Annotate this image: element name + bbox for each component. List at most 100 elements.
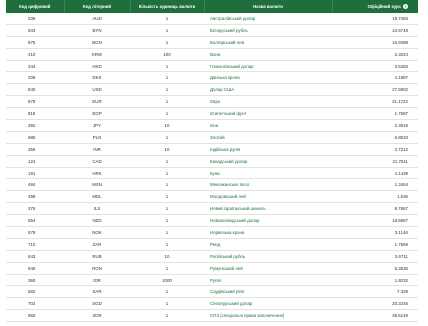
- cell-code-letter: XDR: [64, 309, 130, 323]
- table-row: 036 AUD 1 Австралійський долар 19.7393: [6, 13, 418, 25]
- cell-official-rate: 3.1146: [332, 226, 418, 239]
- cell-units: 1: [130, 71, 204, 85]
- table-row: 818 EGP 1 Єгипетський фунт 1.7587: [6, 107, 418, 121]
- cell-code-letter: IDR: [64, 274, 130, 287]
- cell-code-letter: EUR: [64, 95, 130, 109]
- col-header-code-letter[interactable]: Код літерний: [64, 0, 131, 13]
- cell-code-digital: 978: [6, 95, 64, 109]
- cell-currency-name-link[interactable]: Злотий: [204, 131, 332, 144]
- cell-code-letter: SAR: [64, 285, 130, 299]
- cell-units: 1: [130, 107, 204, 121]
- col-header-code-digital[interactable]: Код цифровий: [6, 0, 65, 13]
- cell-currency-name-link[interactable]: Гонконгівський долар: [204, 60, 332, 73]
- cell-official-rate: 6.3535: [332, 262, 418, 275]
- table-row: 840 USD 1 Долар США 27.6902: [6, 83, 418, 97]
- cell-currency-name-link[interactable]: Данська крона: [204, 71, 332, 85]
- cell-currency-name-link[interactable]: Болгарський лев: [204, 36, 332, 49]
- col-header-rate-label: Офіційний курс: [367, 3, 401, 9]
- cell-code-digital: 484: [6, 178, 64, 192]
- table-row: 392 JPY 10 Єна 2.3919: [6, 119, 418, 132]
- cell-currency-name-link[interactable]: СПЗ (спеціальні права запозичення): [204, 309, 332, 323]
- cell-currency-name-link[interactable]: Канадський долар: [204, 155, 332, 168]
- cell-currency-name-link[interactable]: Долар США: [204, 83, 332, 97]
- cell-code-digital: 360: [6, 274, 64, 287]
- cell-official-rate: 6.8633: [332, 131, 418, 144]
- cell-official-rate: 18.5867: [332, 214, 418, 228]
- cell-currency-name-link[interactable]: Російський рубль: [204, 250, 332, 263]
- cell-currency-name-link[interactable]: Єгипетський фунт: [204, 107, 332, 121]
- table-row: 208 DKK 1 Данська крона 4.1897: [6, 71, 418, 85]
- cell-currency-name-link[interactable]: Молдовський лей: [204, 190, 332, 204]
- cell-code-letter: ILS: [64, 202, 130, 216]
- cell-currency-name-link[interactable]: Новий ізраїльський шекель: [204, 202, 332, 216]
- cell-code-digital: 376: [6, 202, 64, 216]
- cell-official-rate: 19.7393: [332, 13, 418, 25]
- cell-units: 1: [130, 155, 204, 168]
- cell-currency-name-link[interactable]: Саудівський ріял: [204, 285, 332, 299]
- cell-currency-name-link[interactable]: Євро: [204, 95, 332, 109]
- cell-currency-name-link[interactable]: Білоруський рубль: [204, 24, 332, 37]
- cell-code-digital: 946: [6, 262, 64, 275]
- cell-code-digital: 710: [6, 238, 64, 251]
- cell-code-digital: 344: [6, 60, 64, 73]
- cell-official-rate: 10.6748: [332, 24, 418, 37]
- cell-official-rate: 3.6711: [332, 250, 418, 263]
- cell-code-digital: 392: [6, 119, 64, 132]
- cell-units: 1: [130, 167, 204, 180]
- cell-code-letter: PLN: [64, 131, 130, 144]
- cell-code-letter: MXN: [64, 178, 130, 192]
- table-row: 498 MDL 1 Молдовський лей 1.536: [6, 190, 418, 204]
- cell-code-digital: 124: [6, 155, 64, 168]
- cell-currency-name-link[interactable]: Румунський лей: [204, 262, 332, 275]
- table-row: 578 NOK 1 Норвезька крона 3.1146: [6, 226, 418, 239]
- cell-currency-name-link[interactable]: Сінгапурський долар: [204, 297, 332, 311]
- cell-official-rate: 1.536: [332, 190, 418, 204]
- cell-units: 1: [130, 60, 204, 73]
- cell-code-digital: 356: [6, 143, 64, 156]
- exchange-rates-page: Код цифровий Код літерний Кількість один…: [0, 0, 428, 326]
- cell-code-digital: 036: [6, 13, 64, 25]
- cell-currency-name-link[interactable]: Єна: [204, 119, 332, 132]
- cell-units: 10: [130, 250, 204, 263]
- cell-code-letter: BGN: [64, 36, 130, 49]
- cell-code-digital: 960: [6, 309, 64, 323]
- table-row: 376 ILS 1 Новий ізраїльський шекель 8.7867: [6, 202, 418, 216]
- cell-units: 1: [130, 24, 204, 37]
- cell-code-letter: NZD: [64, 214, 130, 228]
- cell-official-rate: 38.5149: [332, 309, 418, 323]
- cell-units: 1: [130, 83, 204, 97]
- cell-code-letter: EGP: [64, 107, 130, 121]
- cell-currency-name-link[interactable]: Австралійський долар: [204, 13, 332, 25]
- col-header-name[interactable]: Назва валюти: [204, 0, 333, 13]
- exchange-rates-table: Код цифровий Код літерний Кількість один…: [6, 0, 418, 323]
- table-row: 484 MXN 1 Мексиканське песо 1.3464: [6, 178, 418, 192]
- cell-code-letter: HRK: [64, 167, 130, 180]
- cell-currency-name-link[interactable]: Куна: [204, 167, 332, 180]
- cell-official-rate: 2.3024: [332, 48, 418, 61]
- cell-units: 1: [130, 95, 204, 109]
- cell-official-rate: 20.3246: [332, 297, 418, 311]
- cell-currency-name-link[interactable]: Ренд: [204, 238, 332, 251]
- cell-code-letter: SGD: [64, 297, 130, 311]
- col-header-units[interactable]: Кількість одиниць валюти: [130, 0, 205, 13]
- cell-units: 10: [130, 119, 204, 132]
- cell-official-rate: 21.7611: [332, 155, 418, 168]
- cell-code-digital: 818: [6, 107, 64, 121]
- table-row: 702 SGD 1 Сінгапурський долар 20.3246: [6, 297, 418, 311]
- cell-currency-name-link[interactable]: Індійська рупія: [204, 143, 332, 156]
- cell-currency-name-link[interactable]: Рупія: [204, 274, 332, 287]
- cell-currency-name-link[interactable]: Норвезька крона: [204, 226, 332, 239]
- cell-official-rate: 4.1897: [332, 71, 418, 85]
- col-header-rate[interactable]: Офіційний курс?: [332, 0, 418, 13]
- cell-currency-name-link[interactable]: Мексиканське песо: [204, 178, 332, 192]
- cell-units: 1: [130, 13, 204, 25]
- table-row: 344 HKD 1 Гонконгівський долар 3.5283: [6, 60, 418, 73]
- cell-currency-name-link[interactable]: Вона: [204, 48, 332, 61]
- cell-code-digital: 554: [6, 214, 64, 228]
- cell-currency-name-link[interactable]: Новозеландський долар: [204, 214, 332, 228]
- cell-official-rate: 1.3464: [332, 178, 418, 192]
- table-row: 410 KRW 100 Вона 2.3024: [6, 48, 418, 61]
- cell-units: 1: [130, 226, 204, 239]
- table-row: 554 NZD 1 Новозеландський долар 18.5867: [6, 214, 418, 228]
- info-icon[interactable]: ?: [403, 4, 408, 10]
